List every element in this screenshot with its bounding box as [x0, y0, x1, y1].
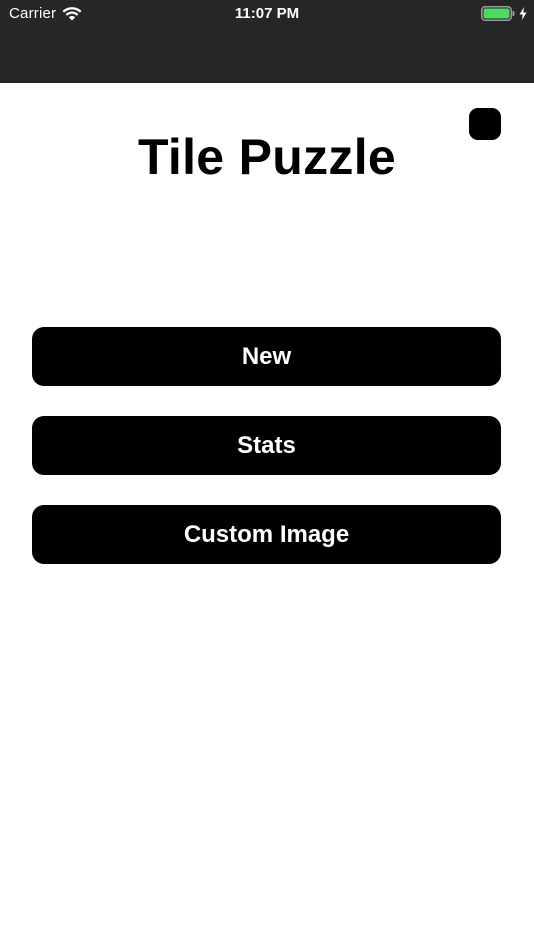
status-bar: Carrier 11:07 PM [0, 0, 534, 28]
new-game-button[interactable]: New [32, 327, 501, 386]
battery-group [481, 6, 527, 21]
app-screen: Carrier 11:07 PM Tile Puzzle New Stats C… [0, 0, 534, 950]
custom-image-button[interactable]: Custom Image [32, 505, 501, 564]
battery-icon [481, 6, 515, 21]
navigation-bar: Carrier 11:07 PM [0, 0, 534, 83]
bolt-icon [519, 7, 527, 20]
stats-button[interactable]: Stats [32, 416, 501, 475]
app-title: Tile Puzzle [137, 129, 396, 185]
status-time: 11:07 PM [234, 5, 300, 22]
